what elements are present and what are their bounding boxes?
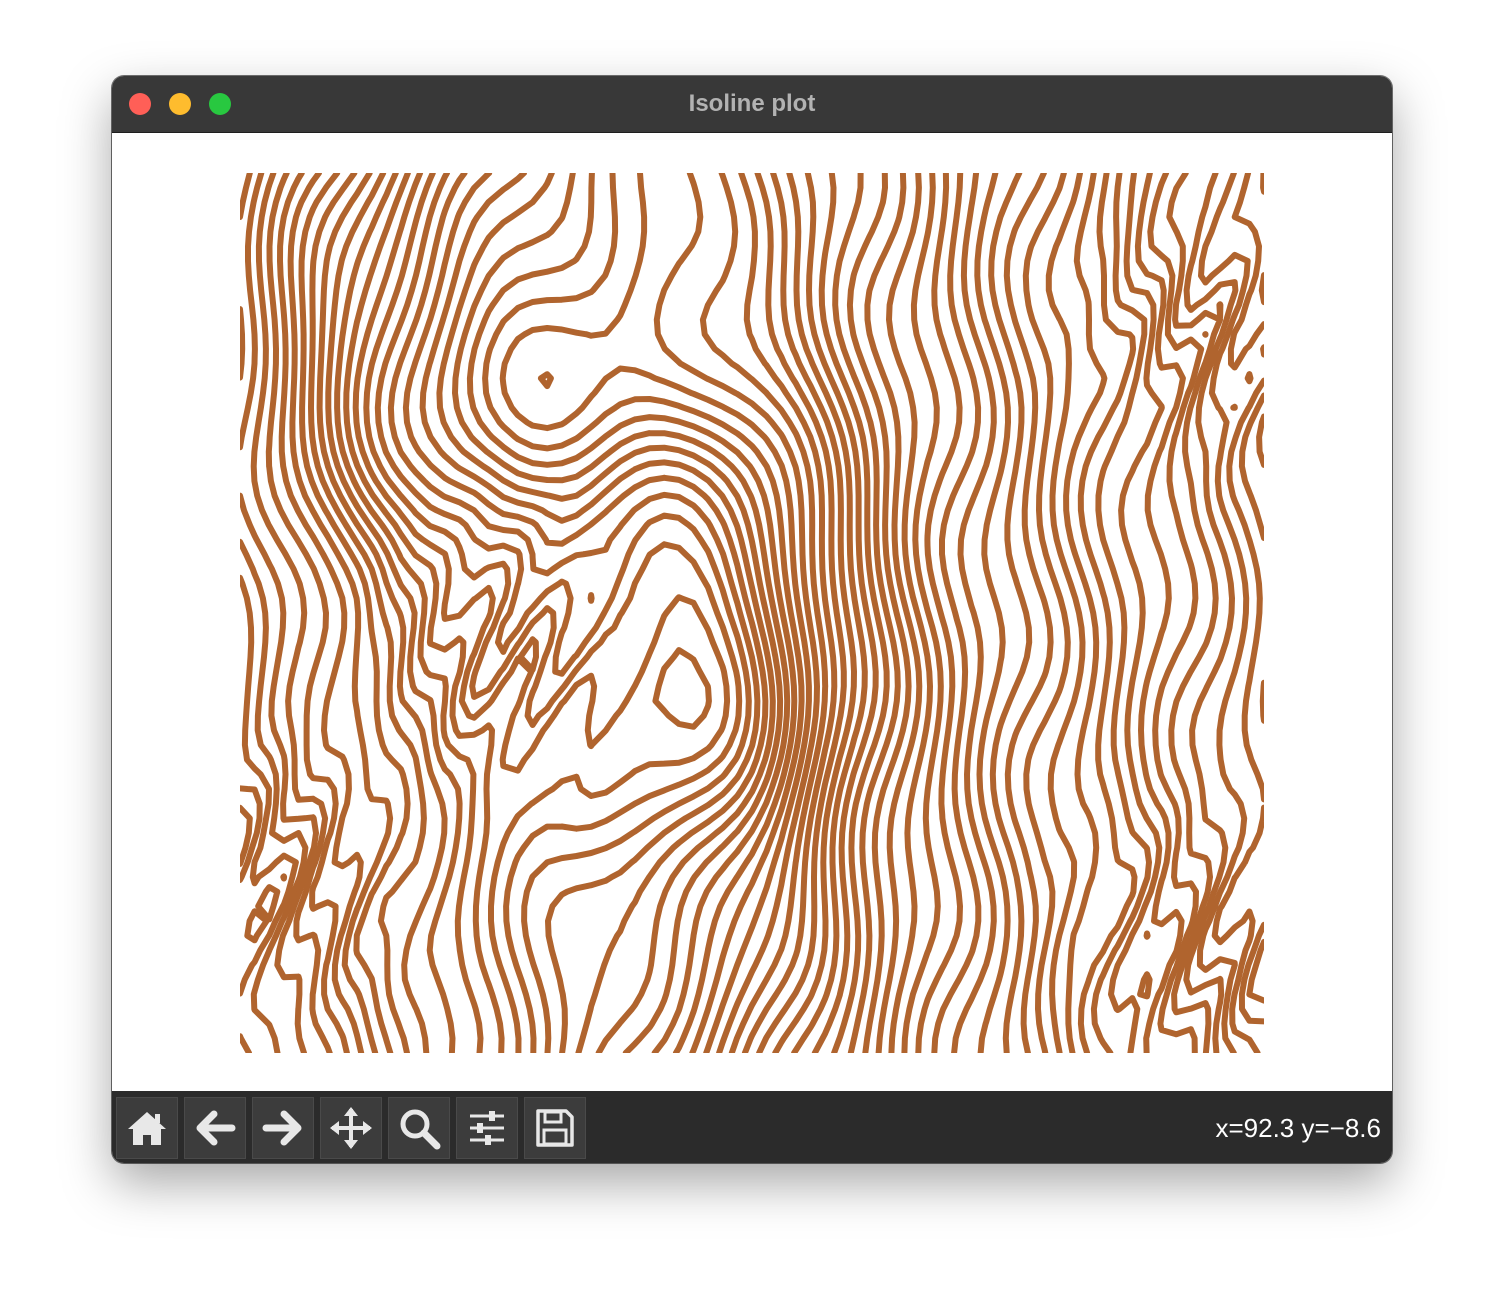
navigation-toolbar: x=92.3 y=−8.6 [112, 1091, 1392, 1163]
forward-button[interactable] [252, 1097, 314, 1159]
sliders-icon [470, 1111, 504, 1145]
floppy-disk-icon [536, 1109, 574, 1147]
home-icon [128, 1112, 166, 1145]
arrow-left-icon [196, 1110, 236, 1146]
pan-button[interactable] [320, 1097, 382, 1159]
save-button[interactable] [524, 1097, 586, 1159]
window-title: Isoline plot [688, 90, 816, 117]
isoline-level-48 [1063, 173, 1108, 1053]
cursor-coordinates: x=92.3 y=−8.6 [1215, 1113, 1381, 1143]
app-window: Isoline plot x=92.3 y=−8.6 [112, 76, 1392, 1163]
home-button[interactable] [116, 1097, 178, 1159]
title-bar: Isoline plot [112, 76, 1392, 133]
zoom-button[interactable] [388, 1097, 450, 1159]
isoline-plot [240, 173, 1264, 1053]
back-button[interactable] [184, 1097, 246, 1159]
magnifier-icon [400, 1109, 441, 1150]
arrow-right-icon [262, 1110, 302, 1146]
plot-canvas[interactable] [112, 133, 1392, 1091]
configure-subplots-button[interactable] [456, 1097, 518, 1159]
move-arrows-icon [330, 1107, 372, 1149]
